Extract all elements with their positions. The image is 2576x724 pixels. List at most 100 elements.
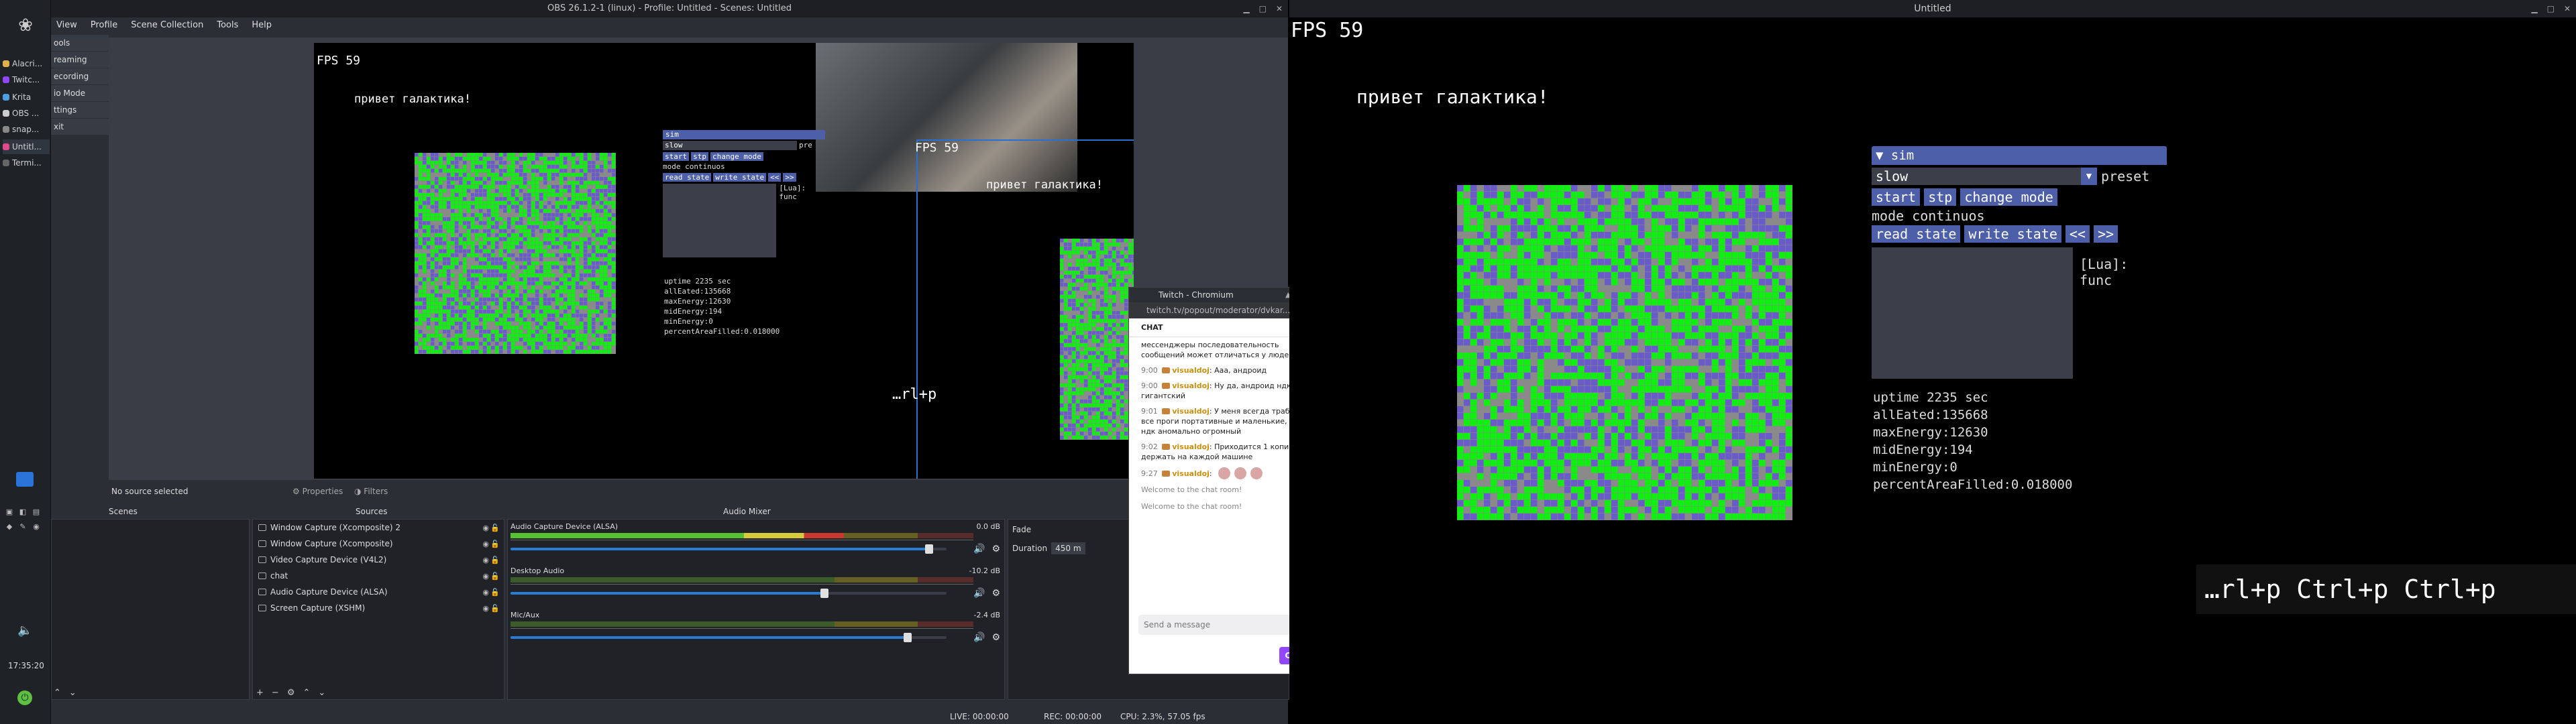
lua-log-box[interactable]	[1872, 247, 2073, 379]
message-user[interactable]: visualdoj	[1172, 469, 1210, 478]
message-user[interactable]: visualdoj	[1172, 366, 1210, 375]
clock[interactable]: 17:35:20	[3, 661, 50, 670]
taskbar-item-krita[interactable]: Krita	[3, 90, 50, 105]
rewind-button[interactable]: <<	[2065, 225, 2090, 243]
scene-down-icon[interactable]: ⌄	[69, 688, 76, 698]
speaker-icon[interactable]: 🔊	[973, 632, 985, 643]
volume-knob[interactable]	[820, 589, 828, 598]
speed-combo[interactable]: slow ▼	[1872, 168, 2097, 185]
power-icon[interactable]: ⏻	[17, 690, 32, 705]
message-user[interactable]: visualdoj	[1172, 381, 1210, 390]
tray-icon[interactable]: ✎	[18, 522, 28, 532]
scene-up-icon[interactable]: ⌃	[54, 688, 61, 698]
read-state-button[interactable]: read state	[1872, 225, 1961, 243]
start-streaming-button[interactable]: reaming	[51, 52, 109, 68]
source-item[interactable]: Window Capture (Xcomposite) ◉ 🔓	[253, 536, 504, 552]
taskbar-item-terminal[interactable]: Termi...	[3, 156, 50, 170]
change-mode-button[interactable]: change mode	[1960, 188, 2057, 206]
minimize-icon[interactable]: ▁	[2531, 0, 2537, 17]
move-up-icon[interactable]: ⌃	[303, 688, 310, 698]
speaker-icon[interactable]: 🔊	[973, 588, 985, 599]
source-label: Window Capture (Xcomposite) 2	[270, 523, 400, 532]
tray-icon[interactable]: ▤	[32, 507, 41, 517]
visibility-icon[interactable]: ◉	[482, 556, 489, 564]
message-user[interactable]: visualdoj	[1172, 442, 1210, 451]
lock-icon[interactable]: 🔓	[490, 588, 500, 597]
speaker-icon[interactable]: 🔊	[973, 544, 985, 554]
volume-slider[interactable]	[511, 633, 947, 642]
source-item[interactable]: Video Capture Device (V4L2) ◉ 🔓	[253, 552, 504, 568]
write-state-button[interactable]: write state	[1964, 225, 2061, 243]
gear-icon[interactable]: ⚙	[991, 588, 1000, 599]
lock-icon[interactable]: 🔓	[490, 604, 500, 613]
transition-select[interactable]: Fade	[1012, 525, 1031, 534]
remove-icon[interactable]: −	[272, 688, 279, 698]
volume-knob[interactable]	[903, 633, 912, 642]
properties-button[interactable]: ⚙ Properties	[292, 487, 343, 496]
sim-grid[interactable]	[1457, 185, 1792, 520]
visibility-icon[interactable]: ◉	[482, 604, 489, 613]
visibility-icon[interactable]: ◉	[482, 540, 489, 548]
volume-icon[interactable]: 🔈	[17, 623, 32, 638]
lock-icon[interactable]: 🔓	[490, 572, 500, 581]
close-icon[interactable]: ✕	[1276, 0, 1283, 17]
source-item[interactable]: chat ◉ 🔓	[253, 568, 504, 584]
move-down-icon[interactable]: ⌄	[318, 688, 325, 698]
visibility-icon[interactable]: ◉	[482, 572, 489, 581]
taskbar-item-alacritty[interactable]: Alacri...	[3, 56, 50, 71]
gear-icon[interactable]: ⚙	[287, 688, 295, 698]
source-item[interactable]: Audio Capture Device (ALSA) ◉ 🔓	[253, 584, 504, 600]
settings-button[interactable]: ttings	[51, 102, 109, 119]
volume-slider[interactable]	[511, 589, 947, 598]
volume-knob[interactable]	[925, 544, 933, 554]
forward-button[interactable]: >>	[2093, 225, 2118, 243]
menu-scene-collection[interactable]: Scene Collection	[131, 20, 203, 35]
distro-logo-icon[interactable]: ❀	[15, 15, 36, 36]
source-item[interactable]: Screen Capture (XSHM) ◉ 🔓	[253, 600, 504, 616]
tray-icon[interactable]: ◉	[32, 522, 41, 532]
source-item[interactable]: Window Capture (Xcomposite) 2 ◉ 🔓	[253, 520, 504, 536]
notification-icon[interactable]	[16, 472, 34, 487]
emote-icon	[1218, 467, 1231, 479]
menu-tools[interactable]: Tools	[217, 20, 238, 35]
channel-name: Audio Capture Device (ALSA)	[511, 522, 619, 531]
game-titlebar: Untitled ▁ □ ✕	[1289, 0, 2576, 17]
maximize-icon[interactable]: □	[2547, 0, 2555, 17]
maximize-icon[interactable]: □	[1259, 0, 1267, 17]
menu-view[interactable]: View	[56, 20, 77, 35]
menu-profile[interactable]: Profile	[91, 20, 117, 35]
chat-message-input[interactable]: Send a message ☺	[1138, 615, 1313, 635]
visibility-icon[interactable]: ◉	[482, 588, 489, 597]
visibility-icon[interactable]: ◉	[482, 524, 489, 532]
taskbar-item-snap[interactable]: snap...	[3, 122, 50, 137]
tray-icon[interactable]: ◧	[18, 507, 28, 517]
start-button[interactable]: start	[1872, 188, 1921, 206]
filters-button[interactable]: ◑ Filters	[354, 487, 388, 496]
gear-icon[interactable]: ⚙	[991, 544, 1000, 554]
scenes-list[interactable]	[51, 519, 250, 700]
taskbar-item-obs[interactable]: OBS ...	[3, 106, 50, 121]
lock-icon[interactable]: 🔓	[490, 540, 500, 548]
volume-slider[interactable]	[511, 544, 947, 554]
lock-icon[interactable]: 🔓	[490, 524, 500, 532]
tray-icon[interactable]: ▣	[5, 507, 14, 517]
studio-mode-button[interactable]: io Mode	[51, 85, 109, 102]
fps-counter: FPS 59	[1291, 19, 1364, 42]
close-icon[interactable]: ✕	[2564, 0, 2571, 17]
sim-panel-header[interactable]: ▼ sim	[1872, 146, 2167, 165]
message-user[interactable]: visualdoj	[1172, 407, 1210, 416]
minimize-icon[interactable]: ▁	[1243, 0, 1249, 17]
menu-help[interactable]: Help	[252, 20, 272, 35]
lock-icon[interactable]: 🔓	[490, 556, 500, 564]
gear-icon[interactable]: ⚙	[991, 632, 1000, 643]
start-recording-button[interactable]: ecording	[51, 68, 109, 85]
exit-button[interactable]: xit	[51, 119, 109, 135]
taskbar-item-twitch[interactable]: Twitc...	[3, 72, 50, 87]
obs-preview-canvas[interactable]: FPS 59 привет галактика! sim slow pre st…	[314, 43, 1134, 479]
taskbar-item-untitled[interactable]: Untitl...	[3, 139, 50, 154]
tray-icon[interactable]: ◆	[5, 522, 14, 532]
add-icon[interactable]: +	[256, 688, 264, 698]
step-button[interactable]: stp	[1924, 188, 1957, 206]
stat-max-energy: maxEnergy:12630	[1873, 425, 1988, 440]
duration-input[interactable]: 450 m	[1051, 542, 1085, 554]
